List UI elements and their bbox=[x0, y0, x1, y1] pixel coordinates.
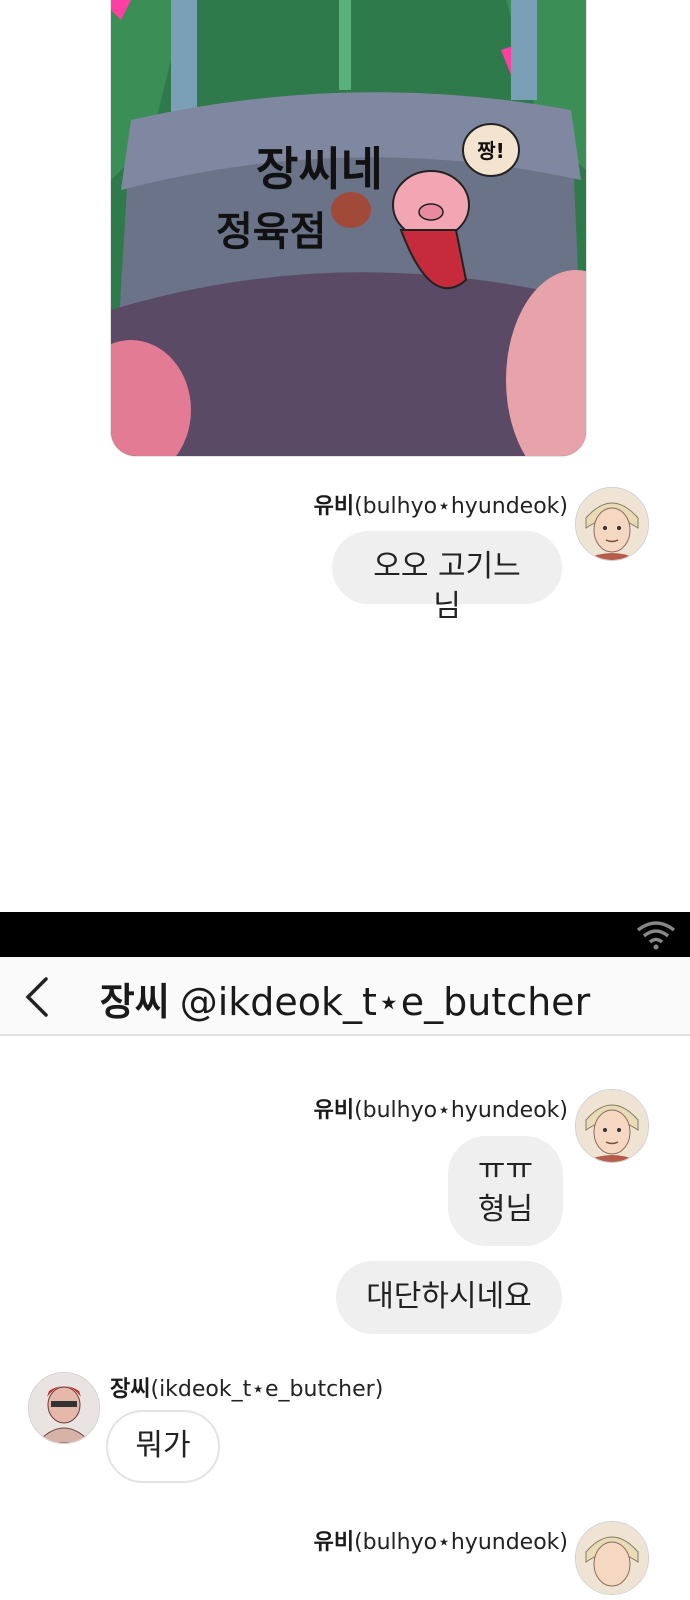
sender-handle: (bulhyo⋆hyundeok) bbox=[354, 494, 568, 519]
status-bar bbox=[0, 912, 690, 957]
sender-name: 유비 bbox=[313, 1530, 355, 1555]
comic-panel-image: 짱! 장씨네 정육점 bbox=[110, 0, 587, 457]
speech-text: 짱! bbox=[477, 139, 505, 163]
chat-contact-name: 장씨 bbox=[99, 980, 170, 1024]
apron-text-line1: 장씨네 bbox=[256, 142, 383, 196]
sender-label: 유비(bulhyo⋆hyundeok) bbox=[314, 1092, 568, 1124]
sender-handle: (bulhyo⋆hyundeok) bbox=[354, 1098, 568, 1123]
sender-handle: (ikdeok_t⋆e_butcher) bbox=[150, 1377, 384, 1402]
avatar-yubi[interactable] bbox=[575, 1089, 649, 1163]
avatar-jangssi[interactable] bbox=[28, 1372, 100, 1444]
sender-label: 유비(bulhyo⋆hyundeok) bbox=[314, 488, 568, 520]
sender-name: 유비 bbox=[313, 1098, 355, 1123]
message-line: ㅠㅠ bbox=[477, 1152, 534, 1187]
sender-label: 장씨(ikdeok_t⋆e_butcher) bbox=[110, 1371, 383, 1403]
wifi-icon bbox=[636, 921, 676, 950]
chat-header: 장씨 @ikdeok_t⋆e_butcher bbox=[0, 957, 690, 1036]
avatar-yubi[interactable] bbox=[575, 487, 649, 561]
sender-label: 유비(bulhyo⋆hyundeok) bbox=[314, 1524, 568, 1556]
chat-contact-handle: @ikdeok_t⋆e_butcher bbox=[179, 980, 591, 1024]
message-line: 형님 bbox=[477, 1192, 534, 1227]
avatar-yubi[interactable] bbox=[575, 1521, 649, 1595]
message-bubble[interactable]: 대단하시네요 bbox=[336, 1261, 562, 1334]
sender-name: 장씨 bbox=[110, 1377, 151, 1402]
chat-title: 장씨 @ikdeok_t⋆e_butcher bbox=[0, 971, 690, 1026]
message-bubble[interactable]: ㅠㅠ 형님 bbox=[448, 1136, 563, 1246]
apron-text-line2: 정육점 bbox=[216, 209, 326, 255]
sender-handle: (bulhyo⋆hyundeok) bbox=[354, 1530, 568, 1555]
message-bubble[interactable]: 뭐가 bbox=[106, 1410, 220, 1483]
sender-name: 유비 bbox=[313, 494, 355, 519]
message-bubble[interactable]: 오오 고기느님 bbox=[332, 531, 562, 624]
